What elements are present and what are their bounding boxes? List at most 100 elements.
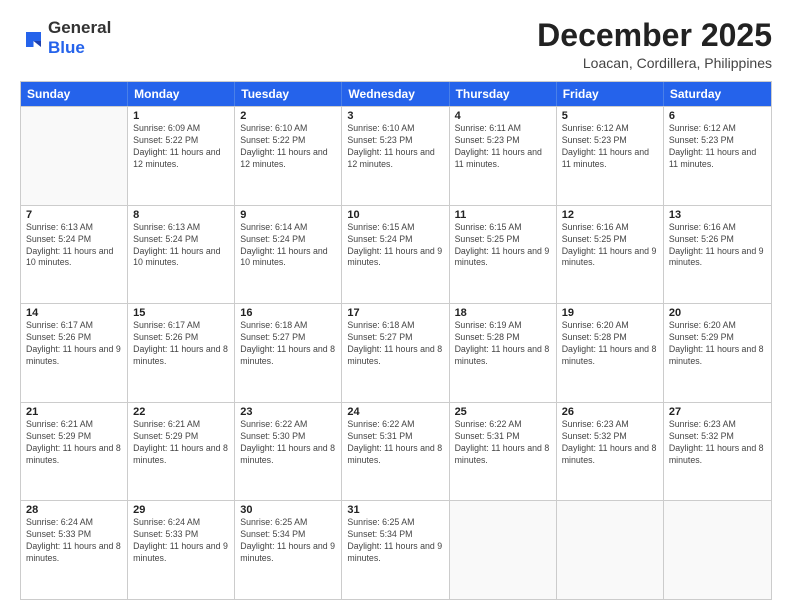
day-number: 3 <box>347 110 443 122</box>
day-info: Sunrise: 6:16 AMSunset: 5:26 PMDaylight:… <box>669 222 766 270</box>
day-number: 6 <box>669 110 766 122</box>
calendar-cell <box>664 501 771 599</box>
calendar-row: 14Sunrise: 6:17 AMSunset: 5:26 PMDayligh… <box>21 303 771 402</box>
day-info: Sunrise: 6:22 AMSunset: 5:31 PMDaylight:… <box>347 419 443 467</box>
page: General Blue December 2025 Loacan, Cordi… <box>0 0 792 612</box>
calendar-cell: 31Sunrise: 6:25 AMSunset: 5:34 PMDayligh… <box>342 501 449 599</box>
calendar-cell: 24Sunrise: 6:22 AMSunset: 5:31 PMDayligh… <box>342 403 449 501</box>
calendar-cell: 20Sunrise: 6:20 AMSunset: 5:29 PMDayligh… <box>664 304 771 402</box>
calendar-cell: 4Sunrise: 6:11 AMSunset: 5:23 PMDaylight… <box>450 107 557 205</box>
calendar-cell: 11Sunrise: 6:15 AMSunset: 5:25 PMDayligh… <box>450 206 557 304</box>
calendar-cell: 10Sunrise: 6:15 AMSunset: 5:24 PMDayligh… <box>342 206 449 304</box>
calendar-cell: 16Sunrise: 6:18 AMSunset: 5:27 PMDayligh… <box>235 304 342 402</box>
calendar-cell: 9Sunrise: 6:14 AMSunset: 5:24 PMDaylight… <box>235 206 342 304</box>
cal-header-day: Thursday <box>450 82 557 106</box>
logo: General Blue <box>20 18 111 58</box>
calendar-cell: 30Sunrise: 6:25 AMSunset: 5:34 PMDayligh… <box>235 501 342 599</box>
cal-header-day: Tuesday <box>235 82 342 106</box>
day-number: 22 <box>133 406 229 418</box>
day-info: Sunrise: 6:21 AMSunset: 5:29 PMDaylight:… <box>26 419 122 467</box>
day-number: 1 <box>133 110 229 122</box>
calendar-cell: 25Sunrise: 6:22 AMSunset: 5:31 PMDayligh… <box>450 403 557 501</box>
calendar-cell: 26Sunrise: 6:23 AMSunset: 5:32 PMDayligh… <box>557 403 664 501</box>
day-number: 13 <box>669 209 766 221</box>
day-number: 31 <box>347 504 443 516</box>
day-number: 7 <box>26 209 122 221</box>
calendar-row: 1Sunrise: 6:09 AMSunset: 5:22 PMDaylight… <box>21 106 771 205</box>
calendar-row: 28Sunrise: 6:24 AMSunset: 5:33 PMDayligh… <box>21 500 771 599</box>
day-number: 12 <box>562 209 658 221</box>
calendar-cell: 17Sunrise: 6:18 AMSunset: 5:27 PMDayligh… <box>342 304 449 402</box>
day-info: Sunrise: 6:22 AMSunset: 5:31 PMDaylight:… <box>455 419 551 467</box>
calendar-cell: 21Sunrise: 6:21 AMSunset: 5:29 PMDayligh… <box>21 403 128 501</box>
day-number: 23 <box>240 406 336 418</box>
day-info: Sunrise: 6:11 AMSunset: 5:23 PMDaylight:… <box>455 123 551 171</box>
day-info: Sunrise: 6:24 AMSunset: 5:33 PMDaylight:… <box>26 517 122 565</box>
calendar-row: 21Sunrise: 6:21 AMSunset: 5:29 PMDayligh… <box>21 402 771 501</box>
cal-header-day: Friday <box>557 82 664 106</box>
day-info: Sunrise: 6:17 AMSunset: 5:26 PMDaylight:… <box>26 320 122 368</box>
calendar-cell: 15Sunrise: 6:17 AMSunset: 5:26 PMDayligh… <box>128 304 235 402</box>
day-info: Sunrise: 6:09 AMSunset: 5:22 PMDaylight:… <box>133 123 229 171</box>
calendar-cell: 3Sunrise: 6:10 AMSunset: 5:23 PMDaylight… <box>342 107 449 205</box>
calendar-cell: 28Sunrise: 6:24 AMSunset: 5:33 PMDayligh… <box>21 501 128 599</box>
day-number: 9 <box>240 209 336 221</box>
day-number: 11 <box>455 209 551 221</box>
day-number: 25 <box>455 406 551 418</box>
day-number: 26 <box>562 406 658 418</box>
day-info: Sunrise: 6:10 AMSunset: 5:22 PMDaylight:… <box>240 123 336 171</box>
calendar-cell: 22Sunrise: 6:21 AMSunset: 5:29 PMDayligh… <box>128 403 235 501</box>
day-number: 15 <box>133 307 229 319</box>
day-info: Sunrise: 6:14 AMSunset: 5:24 PMDaylight:… <box>240 222 336 270</box>
day-number: 27 <box>669 406 766 418</box>
day-info: Sunrise: 6:13 AMSunset: 5:24 PMDaylight:… <box>26 222 122 270</box>
day-number: 30 <box>240 504 336 516</box>
calendar-cell: 6Sunrise: 6:12 AMSunset: 5:23 PMDaylight… <box>664 107 771 205</box>
calendar-cell: 18Sunrise: 6:19 AMSunset: 5:28 PMDayligh… <box>450 304 557 402</box>
day-info: Sunrise: 6:13 AMSunset: 5:24 PMDaylight:… <box>133 222 229 270</box>
day-info: Sunrise: 6:20 AMSunset: 5:29 PMDaylight:… <box>669 320 766 368</box>
month-year: December 2025 <box>537 18 772 53</box>
day-number: 16 <box>240 307 336 319</box>
calendar-cell: 7Sunrise: 6:13 AMSunset: 5:24 PMDaylight… <box>21 206 128 304</box>
day-info: Sunrise: 6:20 AMSunset: 5:28 PMDaylight:… <box>562 320 658 368</box>
day-info: Sunrise: 6:21 AMSunset: 5:29 PMDaylight:… <box>133 419 229 467</box>
cal-header-day: Monday <box>128 82 235 106</box>
day-info: Sunrise: 6:25 AMSunset: 5:34 PMDaylight:… <box>240 517 336 565</box>
day-number: 5 <box>562 110 658 122</box>
header: General Blue December 2025 Loacan, Cordi… <box>20 18 772 71</box>
calendar-cell: 2Sunrise: 6:10 AMSunset: 5:22 PMDaylight… <box>235 107 342 205</box>
day-info: Sunrise: 6:18 AMSunset: 5:27 PMDaylight:… <box>240 320 336 368</box>
calendar-cell: 5Sunrise: 6:12 AMSunset: 5:23 PMDaylight… <box>557 107 664 205</box>
day-info: Sunrise: 6:23 AMSunset: 5:32 PMDaylight:… <box>562 419 658 467</box>
day-number: 10 <box>347 209 443 221</box>
calendar-cell: 8Sunrise: 6:13 AMSunset: 5:24 PMDaylight… <box>128 206 235 304</box>
day-number: 24 <box>347 406 443 418</box>
location: Loacan, Cordillera, Philippines <box>537 55 772 71</box>
day-info: Sunrise: 6:24 AMSunset: 5:33 PMDaylight:… <box>133 517 229 565</box>
day-number: 17 <box>347 307 443 319</box>
calendar: SundayMondayTuesdayWednesdayThursdayFrid… <box>20 81 772 600</box>
cal-header-day: Sunday <box>21 82 128 106</box>
calendar-cell <box>450 501 557 599</box>
day-number: 28 <box>26 504 122 516</box>
day-info: Sunrise: 6:17 AMSunset: 5:26 PMDaylight:… <box>133 320 229 368</box>
calendar-cell: 27Sunrise: 6:23 AMSunset: 5:32 PMDayligh… <box>664 403 771 501</box>
day-number: 19 <box>562 307 658 319</box>
calendar-cell: 13Sunrise: 6:16 AMSunset: 5:26 PMDayligh… <box>664 206 771 304</box>
day-number: 4 <box>455 110 551 122</box>
day-info: Sunrise: 6:25 AMSunset: 5:34 PMDaylight:… <box>347 517 443 565</box>
cal-header-day: Saturday <box>664 82 771 106</box>
day-number: 2 <box>240 110 336 122</box>
day-info: Sunrise: 6:22 AMSunset: 5:30 PMDaylight:… <box>240 419 336 467</box>
calendar-row: 7Sunrise: 6:13 AMSunset: 5:24 PMDaylight… <box>21 205 771 304</box>
calendar-cell: 1Sunrise: 6:09 AMSunset: 5:22 PMDaylight… <box>128 107 235 205</box>
day-info: Sunrise: 6:15 AMSunset: 5:24 PMDaylight:… <box>347 222 443 270</box>
day-info: Sunrise: 6:18 AMSunset: 5:27 PMDaylight:… <box>347 320 443 368</box>
calendar-header: SundayMondayTuesdayWednesdayThursdayFrid… <box>21 82 771 106</box>
day-number: 20 <box>669 307 766 319</box>
logo-blue: Blue <box>48 38 85 57</box>
calendar-cell: 12Sunrise: 6:16 AMSunset: 5:25 PMDayligh… <box>557 206 664 304</box>
calendar-cell: 14Sunrise: 6:17 AMSunset: 5:26 PMDayligh… <box>21 304 128 402</box>
title-block: December 2025 Loacan, Cordillera, Philip… <box>537 18 772 71</box>
